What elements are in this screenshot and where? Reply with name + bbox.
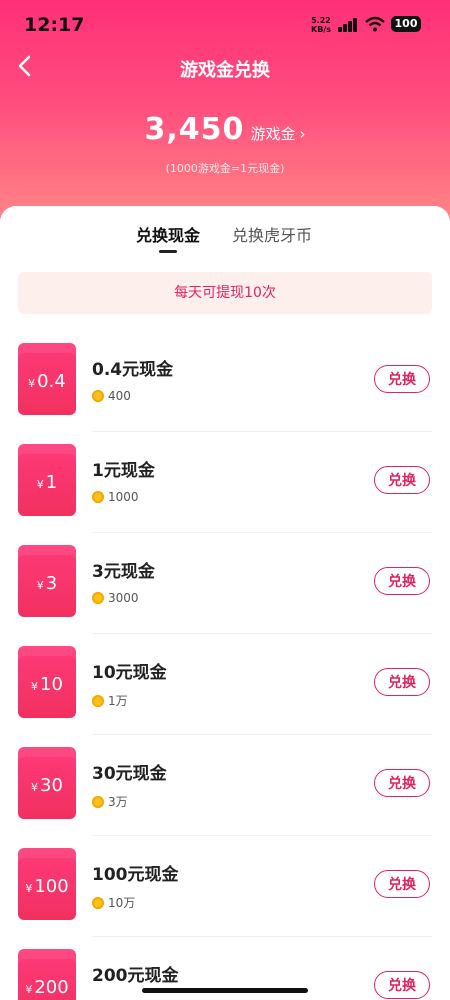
- tab-exchange-huya-coin[interactable]: 兑换虎牙币: [232, 222, 312, 246]
- balance-display[interactable]: 3,450 游戏金 ›: [0, 112, 450, 147]
- item-cost: 3万: [92, 793, 128, 810]
- exchange-button[interactable]: 兑换: [374, 365, 430, 393]
- network-speed: 5.22 KB/s: [311, 16, 331, 34]
- signal-icon: [338, 18, 358, 32]
- item-name: 100元现金: [92, 865, 179, 885]
- home-indicator[interactable]: [142, 988, 308, 993]
- exchange-panel: 兑换现金 兑换虎牙币 每天可提现10次 ¥0.4 0.4元现金 400 兑换 ¥…: [0, 206, 450, 1000]
- withdraw-limit-notice: 每天可提现10次: [18, 272, 432, 314]
- cash-card-icon: ¥0.4: [18, 343, 76, 415]
- card-value: 0.4: [37, 371, 66, 392]
- exchange-button[interactable]: 兑换: [374, 971, 430, 999]
- card-value: 3: [45, 573, 58, 594]
- item-name: 0.4元现金: [92, 360, 174, 380]
- cash-card-icon: ¥100: [18, 848, 76, 920]
- cash-card-icon: ¥30: [18, 747, 76, 819]
- list-item: ¥1 1元现金 1000 兑换: [0, 444, 450, 545]
- divider: [92, 835, 432, 836]
- list-item: ¥3 3元现金 3000 兑换: [0, 545, 450, 646]
- exchange-button[interactable]: 兑换: [374, 567, 430, 595]
- balance-unit: 游戏金: [250, 125, 296, 143]
- item-name: 10元现金: [92, 663, 167, 683]
- status-bar: 12:17 5.22 KB/s 100: [0, 0, 450, 44]
- item-cost: 1万: [92, 692, 128, 709]
- divider: [92, 431, 432, 432]
- network-speed-value: 5.22: [311, 16, 331, 25]
- page-title: 游戏金兑换: [180, 60, 270, 81]
- card-value: 100: [34, 876, 69, 897]
- item-cost: 10万: [92, 894, 135, 911]
- divider: [92, 633, 432, 634]
- wifi-icon: [365, 16, 385, 32]
- card-value: 1: [45, 472, 58, 493]
- coin-icon: [92, 796, 104, 808]
- card-value: 10: [40, 674, 63, 695]
- list-item: ¥0.4 0.4元现金 400 兑换: [0, 343, 450, 444]
- divider: [92, 532, 432, 533]
- coin-icon: [92, 592, 104, 604]
- card-value: 200: [34, 977, 69, 998]
- active-tab-indicator: [159, 250, 177, 253]
- battery-icon: 100: [391, 16, 421, 32]
- cash-card-icon: ¥1: [18, 444, 76, 516]
- coin-icon: [92, 695, 104, 707]
- item-name: 3元现金: [92, 562, 155, 582]
- exchange-button[interactable]: 兑换: [374, 668, 430, 696]
- network-speed-unit: KB/s: [311, 25, 331, 34]
- tab-exchange-cash[interactable]: 兑换现金: [136, 222, 200, 246]
- exchange-rate-note: (1000游戏金=1元现金): [165, 162, 285, 175]
- item-name: 1元现金: [92, 461, 155, 481]
- status-time: 12:17: [24, 14, 85, 36]
- cash-card-icon: ¥10: [18, 646, 76, 718]
- divider: [92, 936, 432, 937]
- item-cost: 400: [92, 389, 131, 403]
- item-name: 200元现金: [92, 966, 179, 986]
- exchange-button[interactable]: 兑换: [374, 466, 430, 494]
- list-item: ¥30 30元现金 3万 兑换: [0, 747, 450, 848]
- cash-card-icon: ¥3: [18, 545, 76, 617]
- item-name: 30元现金: [92, 764, 167, 784]
- item-cost: 1000: [92, 490, 139, 504]
- exchange-button[interactable]: 兑换: [374, 769, 430, 797]
- item-cost: 3000: [92, 591, 139, 605]
- divider: [92, 734, 432, 735]
- list-item: ¥100 100元现金 10万 兑换: [0, 848, 450, 949]
- cash-card-icon: ¥200: [18, 949, 76, 1000]
- coin-icon: [92, 897, 104, 909]
- chevron-right-icon: ›: [299, 125, 306, 143]
- card-value: 30: [40, 775, 63, 796]
- exchange-button[interactable]: 兑换: [374, 870, 430, 898]
- list-item: ¥10 10元现金 1万 兑换: [0, 646, 450, 747]
- balance-amount: 3,450: [144, 112, 245, 147]
- coin-icon: [92, 390, 104, 402]
- coin-icon: [92, 491, 104, 503]
